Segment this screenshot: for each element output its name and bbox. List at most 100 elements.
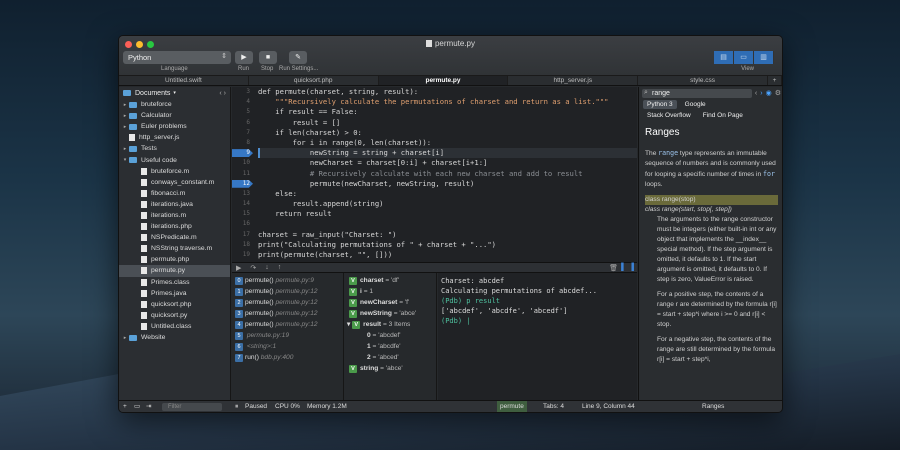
source-python3[interactable]: Python 3: [643, 100, 677, 109]
line-number[interactable]: 10: [232, 158, 254, 168]
sidebar-item[interactable]: conways_constant.m: [119, 177, 230, 188]
sidebar-item[interactable]: ▸ bruteforce: [119, 99, 230, 110]
tab-permute-py[interactable]: permute.py: [378, 76, 509, 85]
stack-frame[interactable]: 4 permute() permute.py:12: [232, 319, 343, 330]
sidebar-item[interactable]: Primes.class: [119, 277, 230, 288]
sidebar-item[interactable]: Primes.java: [119, 288, 230, 299]
collapse-icon[interactable]: ⇥: [146, 401, 151, 412]
line-number[interactable]: 15: [232, 209, 254, 219]
disclosure-icon[interactable]: ▾: [121, 157, 129, 163]
sidebar-item[interactable]: quicksort.py: [119, 310, 230, 321]
variable-row[interactable]: Vcharset = 'df': [345, 275, 436, 286]
sidebar-item[interactable]: NSString traverse.m: [119, 243, 230, 254]
code-line[interactable]: newString = string + charset[i]: [258, 148, 637, 159]
view-segmented-control[interactable]: ▤ ▭ ▥: [714, 51, 774, 64]
line-number[interactable]: 8: [232, 138, 254, 148]
disclosure-icon[interactable]: ▸: [121, 102, 129, 108]
tab-untitled-swift[interactable]: Untitled.swift: [119, 76, 249, 85]
variable-row[interactable]: Vstring = 'abce': [345, 363, 436, 374]
code-line[interactable]: newCharset = charset[0:i] + charset[i+1:…: [258, 158, 637, 168]
code-line[interactable]: print(permute(charset, "", [])): [258, 250, 637, 260]
continue-icon[interactable]: ▶: [236, 264, 241, 272]
add-tab-button[interactable]: +: [768, 76, 782, 85]
line-number[interactable]: 12: [232, 179, 254, 189]
code-line[interactable]: if len(charset) > 0:: [258, 128, 637, 138]
source-google[interactable]: Google: [681, 100, 710, 109]
code-line[interactable]: permute(newCharset, newString, result): [258, 179, 637, 189]
sidebar-item[interactable]: Untitled.class: [119, 321, 230, 332]
filter-input[interactable]: Filter: [162, 403, 222, 411]
line-number[interactable]: 18: [232, 240, 254, 250]
tab-http-server-js[interactable]: http_server.js: [508, 76, 639, 85]
help-search-input[interactable]: range: [642, 88, 752, 98]
run-button[interactable]: ▶: [235, 51, 253, 64]
variable-row[interactable]: ▾ Vresult = 3 Items: [345, 319, 436, 330]
sidebar-item[interactable]: ▸ Tests: [119, 143, 230, 154]
variable-row[interactable]: 1 = 'abcdfe': [345, 341, 436, 352]
step-out-icon[interactable]: ↑: [278, 264, 282, 271]
code-line[interactable]: def permute(charset, string, result):: [258, 87, 637, 97]
tabs-setting[interactable]: Tabs: 4: [543, 401, 564, 412]
disclosure-icon[interactable]: ▸: [121, 335, 129, 341]
sidebar-item[interactable]: iterations.php: [119, 221, 230, 232]
sidebar-item[interactable]: ▸ Euler problems: [119, 121, 230, 132]
sidebar-item[interactable]: quicksort.php: [119, 299, 230, 310]
line-number[interactable]: 19: [232, 250, 254, 260]
disclosure-icon[interactable]: ▸: [121, 146, 129, 152]
line-number[interactable]: 4: [232, 97, 254, 107]
code-line[interactable]: if result == False:: [258, 107, 637, 117]
tab-style-css[interactable]: style.css: [638, 76, 768, 85]
line-number[interactable]: 16: [232, 219, 254, 229]
sidebar-item[interactable]: iterations.m: [119, 210, 230, 221]
new-folder-icon[interactable]: ▭: [134, 401, 140, 412]
variable-row[interactable]: VnewString = 'abce': [345, 308, 436, 319]
line-number[interactable]: 13: [232, 189, 254, 199]
code-line[interactable]: print("Calculating permutations of " + c…: [258, 240, 637, 250]
code-line[interactable]: return result: [258, 209, 637, 219]
help-toggle-icon[interactable]: ▥: [754, 51, 774, 64]
code-line[interactable]: for i in range(0, len(charset)):: [258, 138, 637, 148]
line-number[interactable]: 6: [232, 118, 254, 128]
gear-icon[interactable]: ⚙: [775, 89, 781, 97]
step-over-icon[interactable]: ↷: [250, 264, 256, 272]
eye-icon[interactable]: ◉: [766, 89, 772, 97]
back-forward-icon[interactable]: ‹ ›: [219, 90, 226, 97]
tab-quicksort-php[interactable]: quicksort.php: [249, 76, 379, 85]
stack-frame[interactable]: 2 permute() permute.py:12: [232, 297, 343, 308]
stop-button[interactable]: ■: [259, 51, 277, 64]
panel-left-icon[interactable]: ▌: [621, 264, 626, 272]
sidebar-item[interactable]: ▸ Calculator: [119, 110, 230, 121]
sidebar-item[interactable]: fibonacci.m: [119, 188, 230, 199]
stack-frame[interactable]: 6 <string>:1: [232, 341, 343, 352]
code-line[interactable]: charset = raw_input("Charset: "): [258, 230, 637, 240]
back-icon[interactable]: ‹: [755, 90, 757, 97]
code-line[interactable]: result.append(string): [258, 199, 637, 209]
stack-frame[interactable]: 5 permute.py:19: [232, 330, 343, 341]
sidebar-item[interactable]: iterations.java: [119, 199, 230, 210]
line-number[interactable]: 9: [232, 148, 254, 158]
code-line[interactable]: [258, 219, 637, 229]
line-number[interactable]: 17: [232, 230, 254, 240]
debug-console[interactable]: Charset: abcdef Calculating permutations …: [438, 273, 637, 402]
trash-icon[interactable]: 🗑: [609, 264, 618, 272]
sidebar-item[interactable]: ▸ Website: [119, 332, 230, 343]
stack-frame[interactable]: 1 permute() permute.py:12: [232, 286, 343, 297]
line-number[interactable]: 7: [232, 128, 254, 138]
code-editor[interactable]: 3 4 5 6 7 8 9 10 11 12 13 14 15 16 17 18 19 def permute(…: [232, 87, 637, 262]
code-lines[interactable]: def permute(charset, string, result): ""…: [258, 87, 637, 260]
code-line[interactable]: result = []: [258, 118, 637, 128]
line-number[interactable]: 14: [232, 199, 254, 209]
sidebar-item[interactable]: http_server.js: [119, 132, 230, 143]
variable-row[interactable]: Vi = 1: [345, 286, 436, 297]
symbol-select[interactable]: Ranges: [702, 401, 724, 412]
sidebar-toggle-icon[interactable]: ▤: [714, 51, 734, 64]
line-number[interactable]: 3: [232, 87, 254, 97]
code-line[interactable]: # Recursively calculate with each new ch…: [258, 169, 637, 179]
console-toggle-icon[interactable]: ▭: [734, 51, 754, 64]
panel-right-icon[interactable]: ▐: [629, 264, 634, 272]
sidebar-item[interactable]: permute.py: [119, 265, 230, 277]
stack-frame[interactable]: 7 run() bdb.py:400: [232, 352, 343, 363]
disclosure-icon[interactable]: ▸: [121, 113, 129, 119]
disclosure-icon[interactable]: ▸: [121, 124, 129, 130]
code-line[interactable]: else:: [258, 189, 637, 199]
